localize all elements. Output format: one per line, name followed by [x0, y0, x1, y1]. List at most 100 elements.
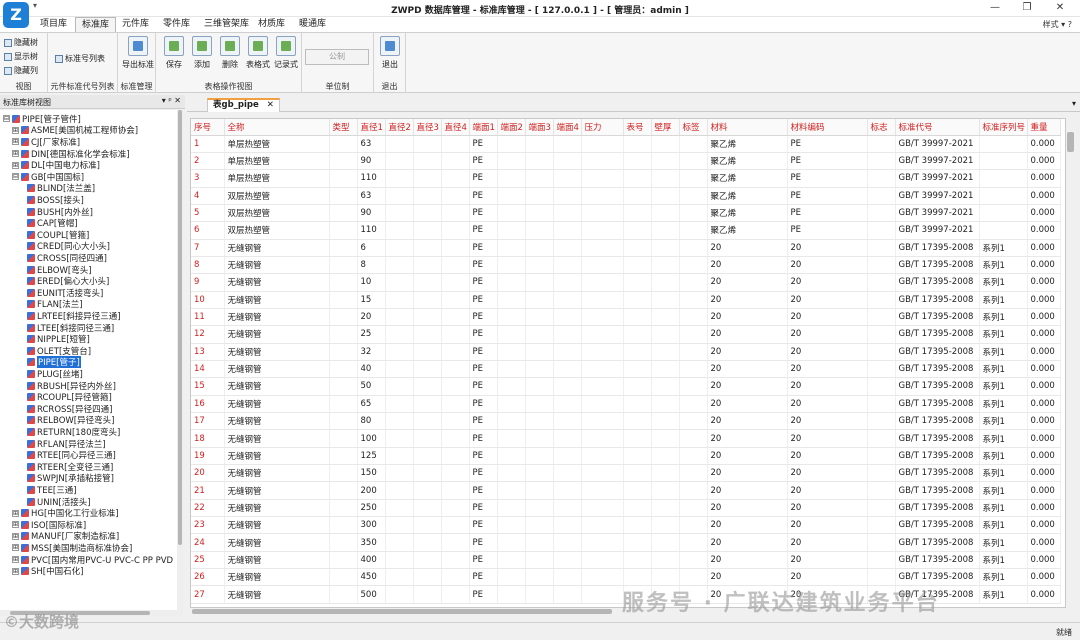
tree-node[interactable]: NIPPLE[短管]	[27, 333, 90, 345]
table-cell[interactable]: GB/T 17395-2008	[895, 499, 980, 518]
table-cell[interactable]	[441, 551, 470, 570]
table-cell[interactable]	[979, 169, 1028, 188]
table-cell[interactable]	[679, 568, 708, 587]
tree-node[interactable]: CAP[管帽]	[27, 217, 78, 229]
table-cell[interactable]	[679, 533, 708, 552]
table-cell[interactable]	[867, 447, 896, 466]
table-cell[interactable]: 系列1	[979, 273, 1028, 292]
table-cell[interactable]: 20	[787, 360, 868, 379]
table-cell[interactable]	[329, 551, 358, 570]
table-cell[interactable]	[581, 412, 624, 431]
table-cell[interactable]	[623, 152, 652, 171]
table-cell[interactable]	[497, 239, 526, 257]
table-cell[interactable]: 无缝钢管	[224, 447, 330, 466]
table-cell[interactable]: 20	[707, 447, 788, 466]
table-cell[interactable]	[497, 221, 526, 240]
table-cell[interactable]	[581, 585, 624, 604]
table-cell[interactable]: 450	[357, 568, 386, 587]
table-cell[interactable]	[553, 395, 582, 414]
table-cell[interactable]: 6	[357, 239, 386, 257]
table-cell[interactable]	[553, 360, 582, 379]
table-cell[interactable]	[497, 551, 526, 570]
table-cell[interactable]	[329, 152, 358, 171]
table-cell[interactable]	[651, 533, 680, 552]
table-cell[interactable]	[441, 135, 470, 153]
table-cell[interactable]	[867, 308, 896, 327]
table-cell[interactable]: 15	[357, 291, 386, 309]
table-cell[interactable]	[413, 273, 442, 292]
tree-node[interactable]: ⊞ DIN[德国标准化学会标准]	[12, 148, 130, 160]
table-cell[interactable]: 无缝钢管	[224, 395, 330, 414]
table-row[interactable]: 13 无缝钢管 32 PE 20 20 GB/T 17395-2008 系列1 0.000	[191, 343, 1061, 361]
table-cell[interactable]	[679, 169, 708, 188]
table-cell[interactable]	[979, 204, 1028, 223]
table-cell[interactable]	[651, 273, 680, 292]
table-cell[interactable]	[553, 291, 582, 309]
column-header[interactable]: 端面3	[525, 119, 554, 136]
table-cell[interactable]	[413, 221, 442, 240]
table-cell[interactable]	[413, 325, 442, 344]
table-row[interactable]: 18 无缝钢管 100 PE 20 20 GB/T 17395-2008 系列1 0.000	[191, 429, 1061, 448]
row-number-cell[interactable]: 21	[191, 481, 225, 500]
table-cell[interactable]: 300	[357, 516, 386, 535]
table-cell[interactable]	[867, 187, 896, 205]
table-cell[interactable]	[441, 239, 470, 257]
table-cell[interactable]	[329, 291, 358, 309]
table-cell[interactable]: PE	[469, 343, 498, 361]
table-cell[interactable]	[679, 325, 708, 344]
table-cell[interactable]	[413, 464, 442, 483]
table-row[interactable]: 23 无缝钢管 300 PE 20 20 GB/T 17395-2008 系列1 0.000	[191, 516, 1061, 535]
table-cell[interactable]	[329, 325, 358, 344]
table-cell[interactable]: 系列1	[979, 291, 1028, 309]
table-cell[interactable]: 20	[707, 377, 788, 396]
table-cell[interactable]: 双层热塑管	[224, 221, 330, 240]
table-cell[interactable]	[581, 325, 624, 344]
table-cell[interactable]: 无缝钢管	[224, 585, 330, 604]
table-cell[interactable]	[329, 343, 358, 361]
table-cell[interactable]	[497, 187, 526, 205]
table-cell[interactable]	[679, 204, 708, 223]
table-cell[interactable]	[867, 343, 896, 361]
table-cell[interactable]	[525, 377, 554, 396]
table-cell[interactable]: 0.000	[1027, 464, 1061, 483]
table-cell[interactable]	[553, 169, 582, 188]
table-cell[interactable]	[553, 516, 582, 535]
table-cell[interactable]: 系列1	[979, 360, 1028, 379]
table-cell[interactable]	[679, 273, 708, 292]
row-number-cell[interactable]: 19	[191, 447, 225, 466]
column-header[interactable]: 重量	[1027, 119, 1061, 136]
expand-toggle-icon[interactable]: ⊟	[12, 173, 19, 181]
delete-button[interactable]: 删除	[216, 36, 244, 70]
table-cell[interactable]: 双层热塑管	[224, 187, 330, 205]
tree-node[interactable]: ⊞ MANUF[厂家制造标准]	[12, 531, 119, 542]
table-cell[interactable]	[651, 395, 680, 414]
table-cell[interactable]	[651, 568, 680, 587]
table-row[interactable]: 14 无缝钢管 40 PE 20 20 GB/T 17395-2008 系列1 0.000	[191, 360, 1061, 379]
table-cell[interactable]	[581, 533, 624, 552]
table-cell[interactable]: 无缝钢管	[224, 464, 330, 483]
table-cell[interactable]	[553, 343, 582, 361]
table-cell[interactable]: PE	[469, 291, 498, 309]
tree-node[interactable]: RTEE[同心异径三通]	[27, 449, 116, 461]
table-cell[interactable]	[497, 429, 526, 448]
tree-node[interactable]: RELBOW[异径弯头]	[27, 415, 114, 426]
table-cell[interactable]	[497, 516, 526, 535]
column-header[interactable]: 标准序列号	[979, 119, 1028, 136]
table-cell[interactable]: PE	[469, 152, 498, 171]
row-number-cell[interactable]: 3	[191, 169, 225, 188]
table-cell[interactable]	[525, 256, 554, 275]
table-cell[interactable]	[679, 516, 708, 535]
table-cell[interactable]	[525, 360, 554, 379]
tree-node[interactable]: RBUSH[异径内外丝]	[27, 380, 116, 392]
table-cell[interactable]	[867, 221, 896, 240]
table-cell[interactable]: GB/T 17395-2008	[895, 360, 980, 379]
table-view-button[interactable]: 表格式	[244, 36, 272, 70]
table-cell[interactable]: 聚乙烯	[707, 187, 788, 205]
table-cell[interactable]: PE	[469, 187, 498, 205]
table-cell[interactable]: 0.000	[1027, 499, 1061, 518]
table-cell[interactable]: 系列1	[979, 256, 1028, 275]
expand-toggle-icon[interactable]: ⊞	[12, 126, 19, 134]
record-view-button[interactable]: 记录式	[272, 36, 300, 70]
table-cell[interactable]: 20	[787, 291, 868, 309]
expand-toggle-icon[interactable]: ⊞	[12, 161, 19, 169]
